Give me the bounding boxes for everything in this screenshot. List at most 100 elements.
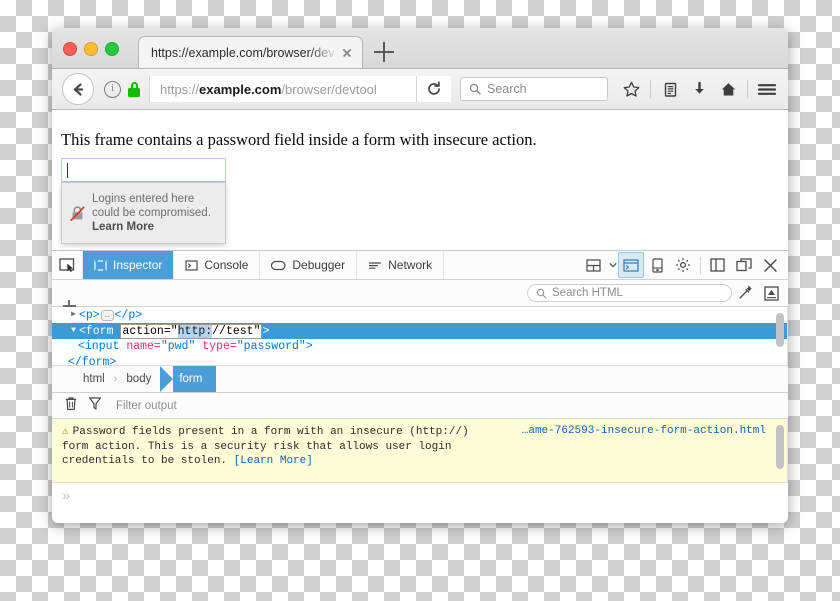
maximize-window-button[interactable] — [105, 42, 119, 56]
markup-search-row: Search HTML — [52, 280, 788, 313]
page-content: This frame contains a password field ins… — [52, 110, 788, 251]
breadcrumb-form[interactable]: form — [160, 366, 217, 392]
lock-icon[interactable] — [128, 81, 140, 97]
back-button[interactable] — [62, 73, 94, 105]
markup-right-border — [787, 307, 788, 365]
star-icon[interactable] — [618, 76, 644, 102]
console-filter-bar: Filter output — [52, 393, 788, 419]
attr-name-label: name= — [126, 340, 161, 353]
dock-side-icon[interactable] — [705, 252, 731, 278]
minimize-window-button[interactable] — [84, 42, 98, 56]
devtools-panel: Inspector Console Debugger Network Searc… — [52, 251, 788, 511]
back-arrow-icon — [73, 82, 83, 96]
breadcrumb-body[interactable]: body — [117, 366, 160, 392]
inspector-icon — [94, 259, 107, 271]
password-input[interactable] — [61, 158, 226, 182]
insecure-login-warning-popup: Logins entered here could be compromised… — [61, 182, 226, 244]
prompt-chevron-icon: » — [62, 489, 71, 505]
tag-form-open: <form — [79, 325, 114, 339]
attribute-name: action=" — [122, 324, 178, 338]
new-tab-button[interactable] — [374, 42, 394, 62]
console-warning-message[interactable]: ⚠ Password fields present in a form with … — [52, 419, 788, 483]
learn-more-link[interactable]: Learn More — [92, 220, 211, 234]
close-window-button[interactable] — [63, 42, 77, 56]
attr-type-label: type= — [202, 340, 237, 353]
tab-inspector-label: Inspector — [113, 258, 163, 272]
collapse-twisty-icon[interactable]: ▼ — [68, 323, 79, 339]
attribute-value-selected: http: — [177, 324, 213, 338]
tab-console-label: Console — [204, 258, 249, 272]
attr-type-value: "password" — [236, 340, 306, 353]
debugger-icon — [271, 260, 286, 270]
network-icon — [369, 261, 382, 269]
search-html-input[interactable]: Search HTML — [527, 284, 732, 302]
url-bar[interactable]: https://example.com/browser/devtool — [149, 76, 416, 102]
markup-row-form-open[interactable]: ▼ <form action="http://test" > — [52, 323, 788, 339]
chevron-down-icon[interactable] — [607, 252, 618, 278]
dock-window-icon[interactable] — [731, 252, 757, 278]
attribute-value-rest: //test" — [212, 324, 261, 338]
toolbar-divider-3 — [700, 256, 701, 274]
menu-icon[interactable] — [754, 76, 780, 102]
breadcrumb-html[interactable]: html — [74, 366, 114, 392]
search-input[interactable]: Search — [460, 77, 608, 101]
home-icon[interactable] — [715, 76, 741, 102]
console-input-prompt[interactable]: » — [52, 483, 788, 511]
tab-title: https://example.com/browser/dev — [151, 45, 335, 60]
filter-output-input[interactable]: Filter output — [116, 400, 177, 412]
split-console-icon[interactable] — [618, 252, 644, 278]
close-icon[interactable] — [757, 252, 783, 278]
console-message-text: ⚠ Password fields present in a form with … — [52, 419, 482, 469]
tag-p-open: <p> — [79, 309, 100, 323]
search-icon — [536, 288, 547, 299]
url-text: https://example.com/browser/devtool — [150, 82, 377, 97]
library-icon[interactable] — [657, 76, 683, 102]
text-caret — [67, 163, 68, 178]
tag-form-close: </form> — [68, 356, 117, 365]
element-picker-icon[interactable] — [52, 251, 83, 279]
collapsed-children-icon[interactable]: … — [100, 309, 114, 321]
search-html-placeholder: Search HTML — [552, 287, 623, 299]
markup-row-p[interactable]: ▶ <p>… </p> — [52, 307, 788, 323]
reload-button[interactable] — [416, 76, 451, 102]
filter-icon[interactable] — [88, 396, 102, 416]
markup-row-form-close[interactable]: </form> — [52, 355, 788, 365]
url-domain: example.com — [199, 81, 282, 97]
screenshot-node-icon[interactable] — [758, 285, 784, 301]
trash-icon[interactable] — [64, 396, 78, 416]
url-prefix: https:// — [160, 81, 200, 97]
downloads-icon[interactable] — [686, 76, 712, 102]
console-scrollbar[interactable] — [775, 425, 786, 477]
tab-network[interactable]: Network — [357, 251, 445, 279]
attribute-editor[interactable]: action="http://test" — [120, 323, 263, 339]
responsive-design-icon[interactable] — [644, 252, 670, 278]
page-info-icon[interactable]: i — [104, 80, 121, 98]
layout-split-icon[interactable] — [581, 252, 607, 278]
tab-inspector[interactable]: Inspector — [83, 251, 175, 279]
devtools-tabs: Inspector Console Debugger Network — [83, 251, 445, 279]
console-source-link[interactable]: …ame-762593-insecure-form-action.html — [522, 425, 766, 437]
settings-gear-icon[interactable] — [670, 252, 696, 278]
eyedropper-icon[interactable] — [732, 285, 758, 301]
page-heading: This frame contains a password field ins… — [61, 130, 537, 149]
browser-window: https://example.com/browser/dev i https:… — [52, 28, 788, 523]
tab-strip: https://example.com/browser/dev — [52, 28, 788, 69]
search-placeholder: Search — [487, 82, 527, 96]
markup-row-input[interactable]: <input name="pwd" type="password"> — [52, 339, 788, 355]
tab-network-label: Network — [388, 258, 433, 272]
warning-icon: ⚠ — [62, 426, 69, 438]
tab-close-icon[interactable] — [338, 44, 356, 62]
console-right-border — [787, 419, 788, 482]
reload-icon — [428, 81, 440, 95]
devtools-toolbar: Inspector Console Debugger Network — [52, 251, 788, 280]
toolbar-icons — [618, 76, 780, 102]
tab-debugger-label: Debugger — [292, 258, 346, 272]
browser-tab[interactable]: https://example.com/browser/dev — [138, 36, 363, 68]
learn-more-console-link[interactable]: [Learn More] — [234, 455, 313, 467]
tab-debugger[interactable]: Debugger — [260, 251, 358, 279]
markup-scrollbar[interactable] — [775, 313, 786, 359]
expand-twisty-icon[interactable]: ▶ — [68, 307, 79, 323]
site-identity-block[interactable]: i — [104, 80, 140, 98]
tab-console[interactable]: Console — [174, 251, 261, 279]
